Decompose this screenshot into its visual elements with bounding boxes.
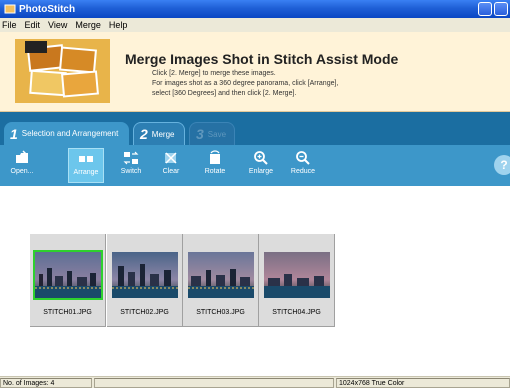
rotate-icon xyxy=(210,150,220,164)
image-thumbnail[interactable]: STITCH02.JPG xyxy=(107,234,183,327)
arrange-icon xyxy=(79,156,93,162)
arrange-button[interactable]: Arrange xyxy=(68,148,104,183)
svg-text:?: ? xyxy=(500,158,507,172)
enlarge-button[interactable]: Enlarge xyxy=(243,148,279,183)
tab-selection-and-arrangement[interactable]: 1 Selection and Arrangement xyxy=(4,122,129,145)
image-filename: STITCH04.JPG xyxy=(272,309,321,316)
zoom-in-icon xyxy=(254,151,268,165)
tab-merge[interactable]: 2 Merge xyxy=(133,122,185,145)
clear-icon xyxy=(165,152,177,164)
banner-line-3: select [360 Degrees] and then click [2. … xyxy=(152,90,297,97)
menu-merge[interactable]: Merge xyxy=(75,20,101,30)
step-tabs: 1 Selection and Arrangement 2 Merge 3 Sa… xyxy=(0,112,510,145)
switch-button[interactable]: Switch xyxy=(113,148,149,183)
help-icon[interactable]: ? xyxy=(490,154,510,176)
stitch-logo-icon xyxy=(15,39,110,103)
tab-save[interactable]: 3 Save xyxy=(189,122,235,145)
image-thumbnail[interactable]: STITCH03.JPG xyxy=(183,234,259,327)
title-bar: PhotoStitch xyxy=(0,0,510,18)
status-bar: No. of Images: 4 1024x768 True Color xyxy=(0,376,510,388)
instruction-banner: Merge Images Shot in Stitch Assist Mode … xyxy=(0,32,510,112)
image-filename: STITCH03.JPG xyxy=(196,309,245,316)
menu-help[interactable]: Help xyxy=(109,20,128,30)
image-thumbnail[interactable]: STITCH01.JPG xyxy=(30,234,106,327)
tab-number: 2 xyxy=(140,126,148,142)
menu-bar: File Edit View Merge Help xyxy=(0,18,510,32)
tab-label: Selection and Arrangement xyxy=(21,129,119,138)
open-label: Open... xyxy=(10,168,34,175)
maximize-button[interactable] xyxy=(494,2,508,16)
window-title: PhotoStitch xyxy=(19,3,76,15)
image-canvas: STITCH01.JPG STITCH02.JPG STITCH03.JPG S… xyxy=(0,186,510,376)
photo-stitch03 xyxy=(188,252,254,298)
image-thumbnail[interactable]: STITCH04.JPG xyxy=(259,234,335,327)
reduce-button[interactable]: Reduce xyxy=(285,148,321,183)
tab-label: Save xyxy=(207,129,227,139)
menu-view[interactable]: View xyxy=(48,20,67,30)
app-icon xyxy=(4,4,16,14)
menu-file[interactable]: File xyxy=(2,20,17,30)
banner-line-1: Click [2. Merge] to merge these images. xyxy=(152,70,276,77)
zoom-out-icon xyxy=(296,151,310,165)
menu-edit[interactable]: Edit xyxy=(25,20,41,30)
rotate-button[interactable]: Rotate xyxy=(197,148,233,183)
arrange-label: Arrange xyxy=(73,169,99,176)
image-filename: STITCH01.JPG xyxy=(43,309,92,316)
banner-line-2: For images shot as a 360 degree panorama… xyxy=(152,80,339,87)
photo-stitch01 xyxy=(33,250,103,300)
image-info: 1024x768 True Color xyxy=(336,378,510,388)
rotate-label: Rotate xyxy=(204,168,226,175)
open-button[interactable]: Open... xyxy=(4,148,40,183)
tab-number: 3 xyxy=(196,126,204,142)
enlarge-label: Enlarge xyxy=(248,168,274,175)
photo-stitch02 xyxy=(112,252,178,298)
minimize-button[interactable] xyxy=(478,2,492,16)
photo-stitch04 xyxy=(264,252,330,298)
open-icon xyxy=(16,150,28,163)
clear-label: Clear xyxy=(162,168,180,175)
toolbar: Open... Arrange Switch Clear Rotate Enla… xyxy=(0,145,510,186)
tab-label: Merge xyxy=(151,129,175,139)
clear-button[interactable]: Clear xyxy=(153,148,189,183)
image-filename: STITCH02.JPG xyxy=(120,309,169,316)
tab-number: 1 xyxy=(10,125,18,142)
status-message xyxy=(94,378,334,388)
image-count: No. of Images: 4 xyxy=(0,378,92,388)
switch-icon xyxy=(123,151,139,165)
switch-label: Switch xyxy=(120,168,142,175)
banner-title: Merge Images Shot in Stitch Assist Mode xyxy=(125,51,399,67)
reduce-label: Reduce xyxy=(290,168,316,175)
